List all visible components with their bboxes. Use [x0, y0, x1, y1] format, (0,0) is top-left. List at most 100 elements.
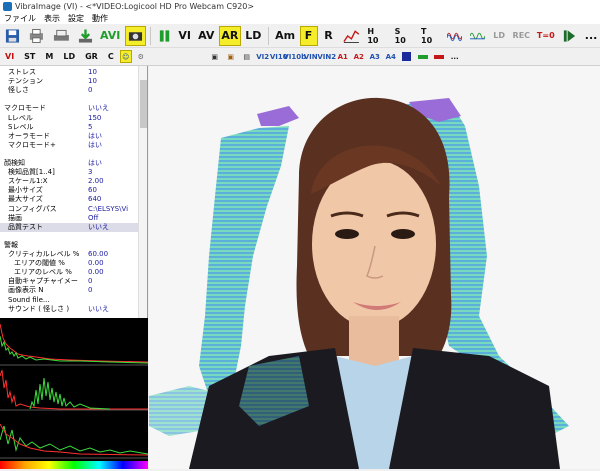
settings-row[interactable] — [0, 150, 138, 159]
a2-button[interactable]: A2 — [352, 50, 366, 63]
chart-button[interactable] — [340, 26, 363, 46]
settings-row[interactable]: クリティカルレベル % 60.00 — [0, 250, 138, 259]
tab-m[interactable]: M — [40, 52, 58, 61]
settings-value[interactable]: いいえ — [88, 305, 138, 314]
settings-row[interactable] — [0, 232, 138, 241]
ld-small-button[interactable]: LD — [490, 26, 508, 46]
settings-row[interactable] — [0, 95, 138, 104]
settings-row[interactable]: 品質テスト いいえ — [0, 222, 138, 232]
vin2-button[interactable]: VIN2 — [317, 50, 336, 63]
h10-button[interactable]: H 10 — [364, 26, 389, 46]
settings-row[interactable]: エリアの閾値 % 0.00 — [0, 259, 138, 268]
s10-button[interactable]: S 10 — [392, 26, 416, 46]
settings-value[interactable] — [88, 95, 138, 104]
gear-icon[interactable]: ⚙ — [134, 50, 148, 63]
pause-button[interactable] — [155, 26, 174, 46]
settings-value[interactable]: 60 — [88, 186, 138, 195]
settings-row[interactable]: ストレス 10 — [0, 68, 138, 77]
ld-mode-button[interactable]: LD — [243, 26, 264, 46]
tab-ld[interactable]: LD — [58, 52, 80, 61]
menu-settings[interactable]: 設定 — [64, 13, 88, 24]
settings-row[interactable]: Lレベル 150 — [0, 114, 138, 123]
settings-value[interactable]: はい — [88, 132, 138, 141]
av-mode-button[interactable]: AV — [196, 26, 217, 46]
settings-value[interactable]: 10 — [88, 68, 138, 77]
settings-row[interactable]: Sレベル 5 — [0, 123, 138, 132]
tab-vi[interactable]: VI — [0, 52, 19, 61]
more-button[interactable]: ... — [582, 26, 600, 46]
settings-value[interactable] — [88, 232, 138, 241]
settings-value[interactable]: 640 — [88, 195, 138, 204]
tab-c[interactable]: C — [103, 52, 119, 61]
a4-button[interactable]: A4 — [384, 50, 398, 63]
settings-value[interactable]: Off — [88, 214, 138, 223]
settings-row[interactable]: スケール1:X 2.00 — [0, 177, 138, 186]
download-button[interactable] — [75, 26, 96, 46]
f-mode-button[interactable]: F — [299, 25, 318, 46]
am-mode-button[interactable]: Am — [273, 26, 298, 46]
face-frame-alt-icon[interactable]: ▣ — [224, 50, 238, 63]
settings-row[interactable]: オーラモード はい — [0, 132, 138, 141]
settings-value[interactable] — [88, 241, 138, 250]
settings-row[interactable]: 最小サイズ 60 — [0, 186, 138, 195]
green-bar-icon[interactable] — [416, 50, 430, 63]
settings-value[interactable]: 60.00 — [88, 250, 138, 259]
settings-row[interactable]: Sound file... — [0, 296, 138, 305]
settings-scrollbar[interactable] — [138, 66, 147, 318]
menu-view[interactable]: 表示 — [40, 13, 64, 24]
menu-file[interactable]: ファイル — [0, 13, 40, 24]
rec-button[interactable]: REC — [510, 26, 532, 46]
settings-value[interactable]: はい — [88, 159, 138, 168]
settings-row[interactable]: 顔検知 はい — [0, 159, 138, 168]
red-bar-icon[interactable] — [432, 50, 446, 63]
tab-gr[interactable]: GR — [80, 52, 103, 61]
run-button[interactable] — [559, 26, 580, 46]
ar-mode-button[interactable]: AR — [218, 25, 241, 46]
vi-mode-button[interactable]: VI — [176, 26, 194, 46]
vin-button[interactable]: VIN — [304, 50, 318, 63]
settings-value[interactable]: 150 — [88, 114, 138, 123]
settings-row[interactable]: テンション 10 — [0, 77, 138, 86]
settings-value[interactable]: 2.00 — [88, 177, 138, 186]
wave-button[interactable] — [444, 26, 465, 46]
settings-value[interactable]: いいえ — [88, 104, 138, 113]
settings-row[interactable]: 画像表示 N 0 — [0, 286, 138, 295]
t10-button[interactable]: T 10 — [418, 26, 442, 46]
settings-row[interactable]: コンフィグパス C:\ELSYS\Vi — [0, 205, 138, 214]
t0-button[interactable]: T=0 — [534, 26, 557, 46]
menu-action[interactable]: 動作 — [88, 13, 112, 24]
settings-row[interactable]: 検知品質[1..4] 3 — [0, 168, 138, 177]
settings-value[interactable]: 0 — [88, 86, 138, 95]
settings-value[interactable]: 5 — [88, 123, 138, 132]
settings-value[interactable] — [88, 296, 138, 305]
settings-row[interactable]: エリアのレベル % 0.00 — [0, 268, 138, 277]
image-icon[interactable]: ▤ — [240, 50, 254, 63]
settings-row[interactable]: 最大サイズ 640 — [0, 195, 138, 204]
settings-row[interactable]: 怪しさ 0 — [0, 86, 138, 95]
settings-value[interactable]: C:\ELSYS\Vi — [88, 205, 138, 214]
camera-button[interactable] — [124, 25, 146, 46]
settings-value[interactable]: 10 — [88, 77, 138, 86]
settings-row[interactable]: マクロモード いいえ — [0, 104, 138, 113]
settings-row[interactable]: 自動キャプチャイメー 0 — [0, 277, 138, 286]
settings-value[interactable]: 0.00 — [88, 259, 138, 268]
vi2-button[interactable]: VI2 — [256, 50, 270, 63]
tab-st[interactable]: ST — [19, 52, 40, 61]
settings-row[interactable]: 描画 Off — [0, 214, 138, 223]
blue-square-icon[interactable] — [400, 50, 414, 63]
settings-value[interactable]: 0.00 — [88, 268, 138, 277]
settings-row[interactable]: 警報 — [0, 241, 138, 250]
smiley-icon[interactable]: ☺ — [119, 50, 132, 63]
vi10b-button[interactable]: VI10b — [283, 50, 306, 63]
a3-button[interactable]: A3 — [368, 50, 382, 63]
settings-row[interactable]: サウンド ( 怪しさ ) いいえ — [0, 305, 138, 314]
save-button[interactable] — [2, 26, 23, 46]
settings-value[interactable]: はい — [88, 141, 138, 150]
scanner-button[interactable] — [50, 26, 73, 46]
scrollbar-thumb[interactable] — [140, 80, 147, 128]
settings-row[interactable]: マクロモード+ はい — [0, 141, 138, 150]
avi-button[interactable]: AVI — [98, 26, 123, 46]
more-small-button[interactable]: ... — [448, 50, 462, 63]
r-mode-button[interactable]: R — [320, 26, 338, 46]
wave-alt-button[interactable] — [467, 26, 488, 46]
